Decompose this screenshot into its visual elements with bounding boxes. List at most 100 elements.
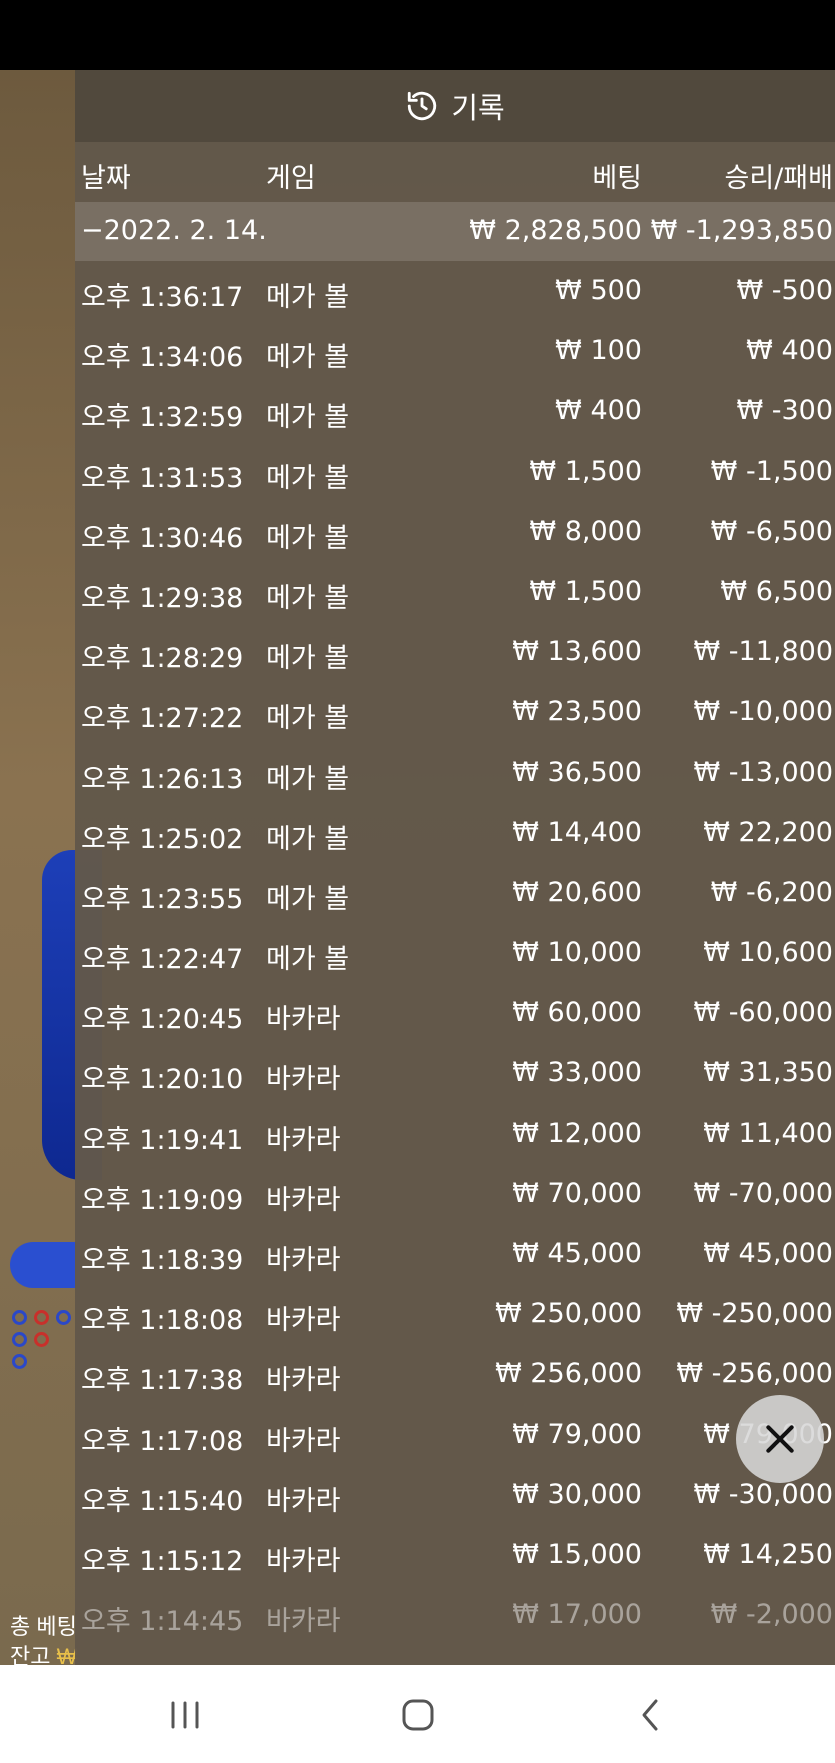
row-time: 오후 1:15:40 — [81, 1485, 244, 1517]
android-nav-bar — [0, 1665, 835, 1763]
row-win-loss: ₩ -11,800 — [693, 636, 834, 668]
status-bar — [0, 0, 835, 70]
background-balance-text: 총 베팅 잔고 ₩ — [10, 1612, 77, 1672]
history-panel: 기록 날짜 게임 베팅 승리/패배 −2022. 2. 14. ₩ 2,828,… — [75, 70, 835, 1665]
history-row[interactable]: 오후 1:14:45 바카라 ₩ 17,000 ₩ -2,000 — [75, 1585, 835, 1645]
history-row[interactable]: 오후 1:15:12 바카라 ₩ 15,000 ₩ 14,250 — [75, 1525, 835, 1585]
row-game: 메가 볼 — [266, 823, 350, 855]
row-bet: ₩ 8,000 — [529, 515, 642, 547]
close-button[interactable] — [736, 1395, 824, 1483]
history-row[interactable]: 오후 1:18:08 바카라 ₩ 250,000 ₩ -250,000 — [75, 1284, 835, 1344]
history-icon — [408, 91, 437, 121]
row-time: 오후 1:28:29 — [81, 643, 244, 675]
row-win-loss: ₩ -30,000 — [693, 1478, 834, 1510]
row-time: 오후 1:34:06 — [81, 342, 244, 374]
row-game: 메가 볼 — [266, 643, 350, 675]
row-time: 오후 1:15:12 — [81, 1545, 244, 1577]
history-row[interactable]: 오후 1:36:17 메가 볼 ₩ 500 ₩ -500 — [75, 261, 835, 321]
row-bet: ₩ 10,000 — [512, 937, 642, 969]
row-time: 오후 1:32:59 — [81, 402, 244, 434]
row-bet: ₩ 500 — [555, 275, 642, 306]
row-bet: ₩ 13,600 — [512, 636, 642, 668]
close-icon — [766, 1425, 794, 1453]
row-time: 오후 1:20:45 — [81, 1004, 244, 1036]
history-row[interactable]: 오후 1:20:45 바카라 ₩ 60,000 ₩ -60,000 — [75, 983, 835, 1043]
history-row[interactable]: 오후 1:32:59 메가 볼 ₩ 400 ₩ -300 — [75, 381, 835, 441]
history-row[interactable]: 오후 1:22:47 메가 볼 ₩ 10,000 ₩ 10,600 — [75, 923, 835, 983]
row-time: 오후 1:27:22 — [81, 703, 244, 735]
row-win-loss: ₩ -70,000 — [693, 1177, 834, 1209]
history-row[interactable]: 오후 1:26:13 메가 볼 ₩ 36,500 ₩ -13,000 — [75, 743, 835, 803]
row-bet: ₩ 20,600 — [512, 876, 642, 908]
row-time: 오후 1:17:38 — [81, 1365, 244, 1397]
summary-bet: ₩ 2,828,500 — [469, 215, 642, 246]
history-row[interactable]: 오후 1:19:09 바카라 ₩ 70,000 ₩ -70,000 — [75, 1164, 835, 1224]
row-bet: ₩ 14,400 — [512, 816, 642, 848]
history-row[interactable]: 오후 1:27:22 메가 볼 ₩ 23,500 ₩ -10,000 — [75, 682, 835, 742]
row-game: 메가 볼 — [266, 944, 350, 976]
total-bet-label: 총 베팅 — [10, 1614, 77, 1639]
row-game: 바카라 — [266, 1245, 341, 1276]
row-win-loss: ₩ -256,000 — [676, 1358, 833, 1390]
history-row[interactable]: 오후 1:18:39 바카라 ₩ 45,000 ₩ 45,000 — [75, 1224, 835, 1284]
date-summary-row[interactable]: −2022. 2. 14. ₩ 2,828,500 ₩ -1,293,850 — [75, 202, 835, 261]
row-time: 오후 1:19:41 — [81, 1124, 244, 1156]
row-game: 바카라 — [266, 1184, 341, 1216]
row-time: 오후 1:25:02 — [81, 823, 244, 855]
row-win-loss: ₩ 22,200 — [703, 816, 833, 848]
row-win-loss: ₩ 11,400 — [703, 1117, 833, 1149]
history-row[interactable]: 오후 1:15:40 바카라 ₩ 30,000 ₩ -30,000 — [75, 1465, 835, 1525]
history-row[interactable]: 오후 1:17:08바카라₩ 79,000₩ 79,000 — [75, 1405, 835, 1465]
row-game: 바카라 — [266, 1545, 341, 1577]
row-time: 오후 1:18:39 — [81, 1245, 244, 1276]
row-time: 오후 1:36:17 — [81, 282, 244, 313]
row-time: 오후 1:19:09 — [81, 1184, 244, 1216]
row-time: 오후 1:18:08 — [81, 1305, 244, 1337]
history-row[interactable]: 오후 1:25:02 메가 볼 ₩ 14,400 ₩ 22,200 — [75, 803, 835, 863]
row-win-loss: ₩ -13,000 — [693, 756, 834, 788]
row-bet: ₩ 33,000 — [512, 1057, 642, 1089]
history-title: 기록 — [451, 91, 505, 125]
row-game: 바카라 — [266, 1365, 341, 1397]
history-row[interactable]: 오후 1:29:38 메가 볼 ₩ 1,500 ₩ 6,500 — [75, 562, 835, 622]
row-bet: ₩ 45,000 — [512, 1238, 642, 1269]
history-row[interactable]: 오후 1:31:53 메가 볼 ₩ 1,500 ₩ -1,500 — [75, 442, 835, 502]
row-bet: ₩ 30,000 — [512, 1478, 642, 1510]
row-win-loss: ₩ -10,000 — [693, 696, 834, 728]
row-win-loss: ₩ 45,000 — [703, 1238, 833, 1269]
row-win-loss: ₩ 6,500 — [720, 575, 833, 607]
row-win-loss: ₩ -2,000 — [710, 1599, 833, 1631]
history-row[interactable]: 오후 1:19:41 바카라 ₩ 12,000 ₩ 11,400 — [75, 1104, 835, 1164]
history-header: 기록 — [75, 70, 835, 142]
back-button[interactable] — [630, 1695, 670, 1735]
history-list[interactable]: 오후 1:36:17 메가 볼 ₩ 500 ₩ -500 오후 1:34:06 메가 볼 ₩… — [75, 261, 835, 1645]
history-row[interactable]: 오후 1:20:10 바카라 ₩ 33,000 ₩ 31,350 — [75, 1043, 835, 1103]
summary-date: −2022. 2. 14. — [81, 215, 267, 246]
row-win-loss: ₩ 14,250 — [703, 1538, 833, 1570]
row-bet: ₩ 400 — [555, 395, 642, 427]
row-win-loss: ₩ 400 — [746, 335, 833, 367]
summary-win-loss: ₩ -1,293,850 — [650, 215, 833, 246]
row-time: 오후 1:22:47 — [81, 944, 244, 976]
column-game: 게임 — [266, 163, 316, 194]
row-bet: ₩ 1,500 — [529, 575, 642, 607]
row-game: 메가 볼 — [266, 763, 350, 795]
row-game: 메가 볼 — [266, 582, 350, 614]
history-row[interactable]: 오후 1:28:29 메가 볼 ₩ 13,600 ₩ -11,800 — [75, 622, 835, 682]
recents-button[interactable] — [160, 1695, 210, 1735]
row-game: 바카라 — [266, 1606, 341, 1638]
row-game: 바카라 — [266, 1124, 341, 1156]
history-row[interactable]: 오후 1:23:55 메가 볼 ₩ 20,600 ₩ -6,200 — [75, 863, 835, 923]
history-row[interactable]: 오후 1:34:06 메가 볼 ₩ 100 ₩ 400 — [75, 321, 835, 381]
row-win-loss: ₩ -60,000 — [693, 997, 834, 1029]
row-game: 바카라 — [266, 1064, 341, 1096]
row-game: 메가 볼 — [266, 703, 350, 735]
home-icon — [402, 1699, 434, 1731]
row-game: 메가 볼 — [266, 522, 350, 554]
row-time: 오후 1:20:10 — [81, 1064, 244, 1096]
row-win-loss: ₩ -6,200 — [710, 876, 833, 908]
row-bet: ₩ 12,000 — [512, 1117, 642, 1149]
history-row[interactable]: 오후 1:30:46 메가 볼 ₩ 8,000 ₩ -6,500 — [75, 502, 835, 562]
history-row[interactable]: 오후 1:17:38 바카라 ₩ 256,000 ₩ -256,000 — [75, 1344, 835, 1404]
home-button[interactable] — [396, 1695, 440, 1735]
